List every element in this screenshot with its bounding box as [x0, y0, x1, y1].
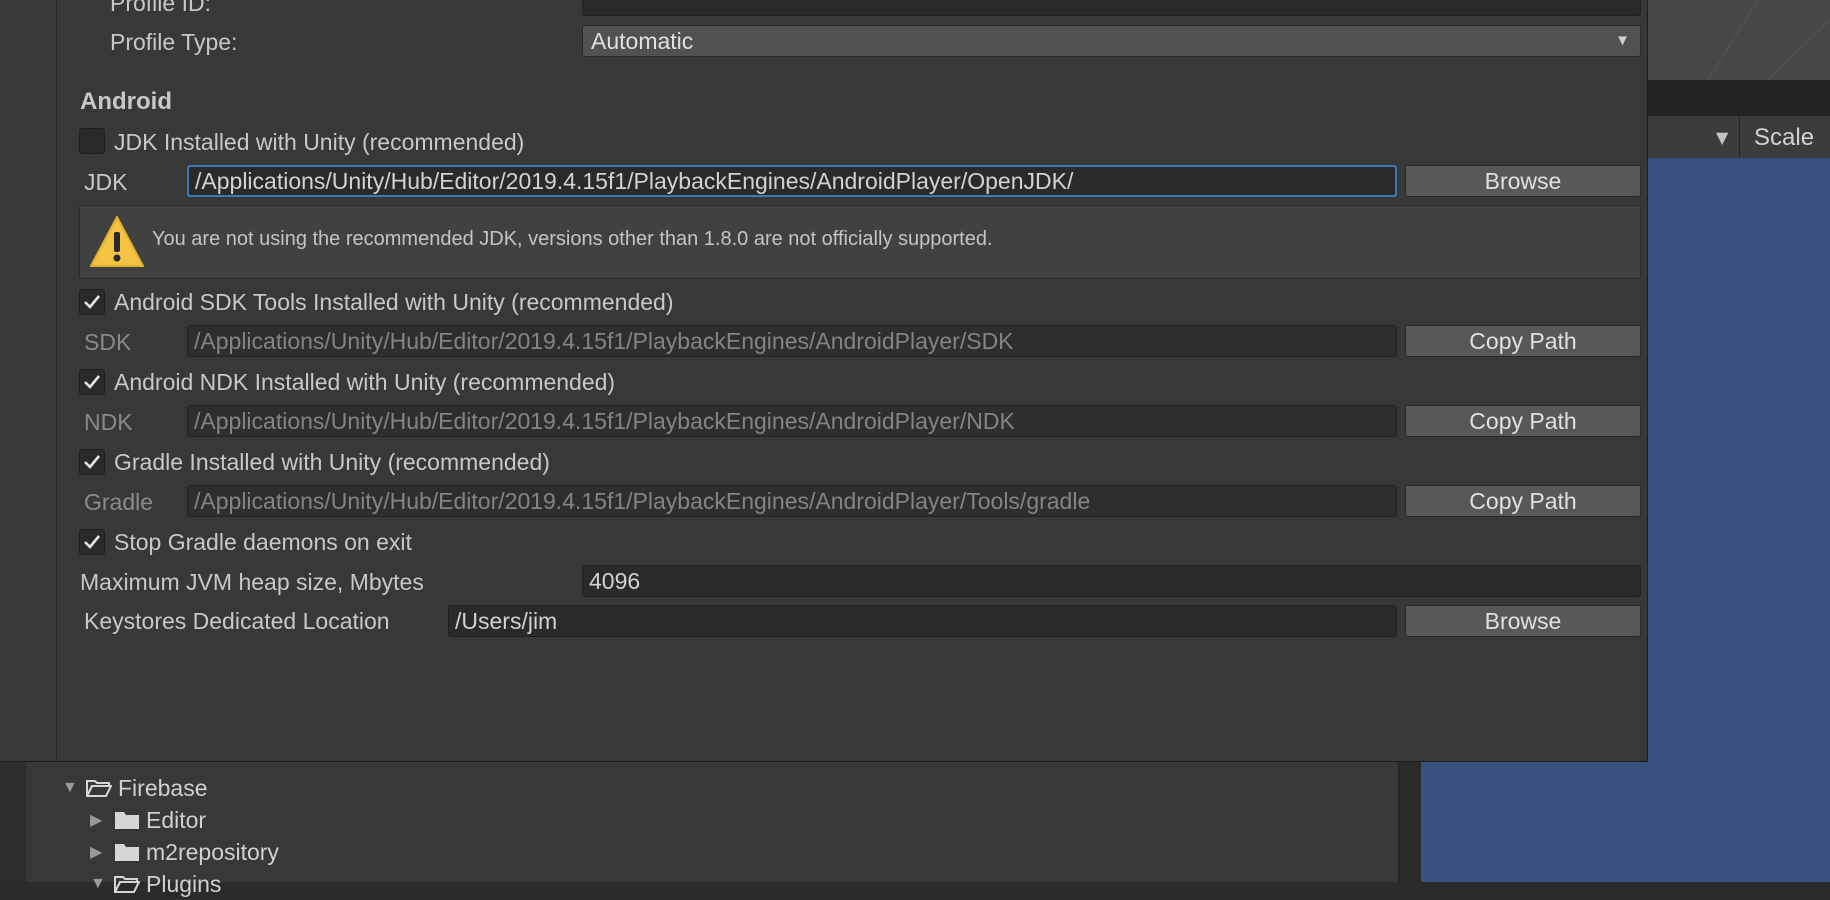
tree-item-label: m2repository [146, 838, 279, 865]
preferences-window: Profile ID: Profile Type: Automatic ▼ An… [0, 0, 1648, 762]
jdk-installed-checkbox[interactable] [79, 128, 105, 154]
game-view-toolbar: ▼ Scale [1648, 116, 1830, 159]
sdk-installed-checkbox[interactable] [79, 289, 105, 315]
tree-item-label: Plugins [146, 870, 222, 897]
project-panel: ▼ Firebase ▶ Editor ▶ m2repository ▼ Plu… [0, 760, 1398, 897]
jvm-heap-field[interactable]: 4096 [582, 565, 1641, 597]
scale-label[interactable]: Scale [1754, 124, 1814, 152]
checkmark-icon [84, 455, 101, 469]
jdk-warning-text: You are not using the recommended JDK, v… [152, 228, 993, 250]
toolbar-separator [1739, 116, 1740, 158]
chevron-down-icon: ▼ [1615, 32, 1630, 49]
stop-gradle-daemons-checkbox[interactable] [79, 529, 105, 555]
folder-icon [115, 812, 139, 829]
chevron-down-icon[interactable]: ▼ [62, 779, 86, 797]
project-scrollbar[interactable] [1398, 760, 1421, 882]
chevron-down-icon[interactable]: ▼ [1716, 128, 1728, 147]
gradle-installed-checkbox[interactable] [79, 449, 105, 475]
game-tab-bar [1648, 80, 1830, 116]
jvm-heap-label: Maximum JVM heap size, Mbytes [80, 569, 424, 595]
chevron-right-icon[interactable]: ▶ [90, 810, 114, 830]
ndk-copy-path-button[interactable]: Copy Path [1405, 405, 1641, 437]
tree-item-plugins[interactable]: ▼ Plugins [90, 868, 221, 900]
tree-item-label: Firebase [118, 774, 208, 801]
gradle-copy-path-button[interactable]: Copy Path [1405, 485, 1641, 517]
tree-item-editor[interactable]: ▶ Editor [90, 804, 206, 836]
stop-gradle-daemons-label: Stop Gradle daemons on exit [114, 529, 412, 555]
gradle-path-field: /Applications/Unity/Hub/Editor/2019.4.15… [187, 485, 1397, 517]
keystores-label: Keystores Dedicated Location [84, 608, 390, 634]
profile-type-value: Automatic [591, 28, 694, 54]
jdk-installed-label: JDK Installed with Unity (recommended) [114, 129, 525, 155]
scene-grid [1707, 0, 1830, 80]
ndk-installed-checkbox[interactable] [79, 369, 105, 395]
checkmark-icon [84, 295, 101, 309]
ndk-installed-label: Android NDK Installed with Unity (recomm… [114, 369, 616, 395]
warning-icon [90, 216, 144, 267]
profile-id-label: Profile ID: [110, 0, 211, 16]
ndk-label: NDK [84, 409, 133, 435]
sdk-installed-label: Android SDK Tools Installed with Unity (… [114, 289, 674, 315]
tree-item-label: Editor [146, 806, 207, 833]
sdk-path-field: /Applications/Unity/Hub/Editor/2019.4.15… [187, 325, 1397, 357]
profile-type-label: Profile Type: [110, 29, 238, 55]
preferences-sidebar [0, 0, 57, 761]
jdk-path-field[interactable]: /Applications/Unity/Hub/Editor/2019.4.15… [187, 165, 1397, 197]
project-panel-edge [0, 760, 26, 882]
folder-icon [115, 844, 139, 861]
gradle-installed-label: Gradle Installed with Unity (recommended… [114, 449, 550, 475]
profile-id-field[interactable] [582, 0, 1641, 16]
ndk-path-field: /Applications/Unity/Hub/Editor/2019.4.15… [187, 405, 1397, 437]
folder-open-icon [114, 876, 140, 893]
folder-open-icon [86, 780, 112, 797]
checkmark-icon [84, 375, 101, 389]
keystores-browse-button[interactable]: Browse [1405, 605, 1641, 637]
gradle-label: Gradle [84, 489, 154, 515]
profile-type-dropdown[interactable]: Automatic ▼ [582, 25, 1641, 57]
sdk-label: SDK [84, 329, 132, 355]
keystores-path-field[interactable]: /Users/jim [448, 605, 1397, 637]
jdk-browse-button[interactable]: Browse [1405, 165, 1641, 197]
jdk-label: JDK [84, 169, 128, 195]
jdk-warning-box: You are not using the recommended JDK, v… [79, 205, 1641, 279]
scene-view-fragment [1648, 0, 1830, 80]
checkmark-icon [84, 535, 101, 549]
sdk-copy-path-button[interactable]: Copy Path [1405, 325, 1641, 357]
chevron-right-icon[interactable]: ▶ [90, 842, 114, 862]
android-section-title: Android [80, 88, 172, 115]
tree-item-firebase[interactable]: ▼ Firebase [62, 772, 207, 804]
tree-item-m2repository[interactable]: ▶ m2repository [90, 836, 279, 868]
chevron-down-icon[interactable]: ▼ [90, 875, 114, 893]
